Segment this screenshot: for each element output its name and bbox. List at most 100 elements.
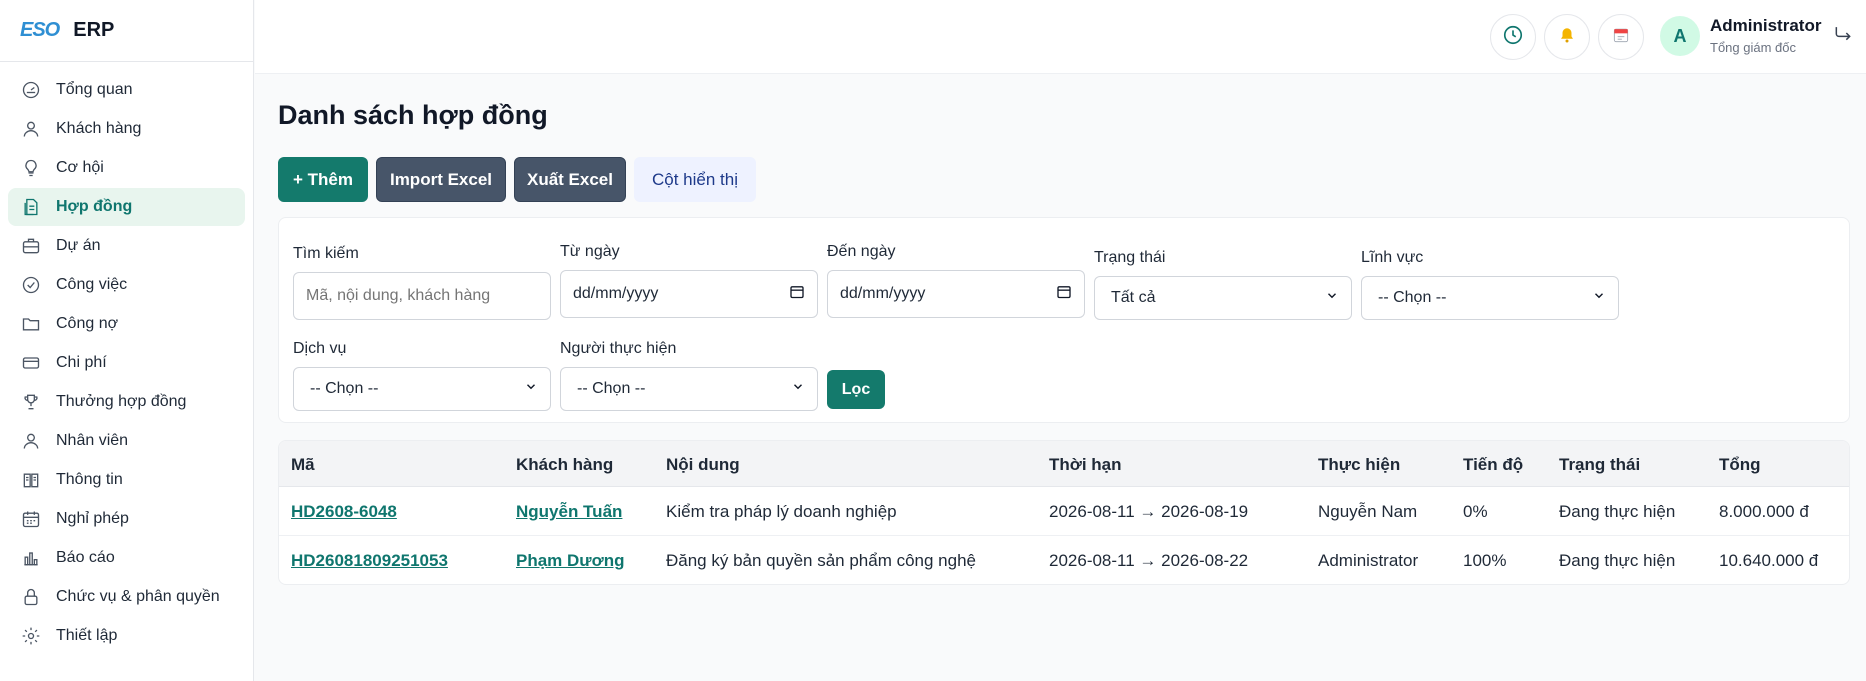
contract-term: 2026-08-11 → 2026-08-19: [1049, 502, 1249, 521]
chevron-down-icon: [1325, 289, 1339, 308]
sidebar-item-thuong-hop-dong[interactable]: Thưởng hợp đồng: [8, 383, 245, 421]
sidebar-item-label: Khách hàng: [56, 120, 142, 137]
column-header-status[interactable]: Trạng thái: [1559, 455, 1640, 475]
filter-submit-button[interactable]: Lọc: [827, 370, 885, 409]
import-excel-button[interactable]: Import Excel: [376, 157, 506, 202]
column-header-total[interactable]: Tổng: [1719, 455, 1761, 475]
table-header: Mã Khách hàng Nội dung Thời hạn Thực hiệ…: [279, 441, 1849, 487]
sidebar-item-thiet-lap[interactable]: Thiết lập: [8, 617, 245, 655]
sidebar-item-cong-viec[interactable]: Công việc: [8, 266, 245, 304]
sidebar-item-bao-cao[interactable]: Báo cáo: [8, 539, 245, 577]
column-header-term[interactable]: Thời hạn: [1049, 455, 1122, 475]
brand[interactable]: ESO ERP: [0, 0, 253, 62]
add-button[interactable]: + Thêm: [278, 157, 368, 202]
from-date-label: Từ ngày: [560, 243, 620, 260]
sidebar-item-du-an[interactable]: Dự án: [8, 227, 245, 265]
chevron-down-icon: [1592, 289, 1606, 308]
chevron-down-icon: [791, 380, 805, 399]
to-date-value: dd/mm/yyyy: [840, 285, 926, 302]
check-circle-icon: [20, 274, 42, 296]
contract-code-link[interactable]: HD2608-6048: [291, 502, 397, 522]
field-select[interactable]: -- Chọn --: [1361, 276, 1619, 320]
clock-icon: [1502, 24, 1524, 51]
logout-icon: [1833, 23, 1853, 48]
to-date-input[interactable]: dd/mm/yyyy: [827, 270, 1085, 318]
trophy-icon: [20, 391, 42, 413]
sidebar-item-label: Hợp đồng: [56, 198, 133, 215]
customer-link[interactable]: Nguyễn Tuấn: [516, 502, 622, 522]
search-label: Tìm kiếm: [293, 245, 359, 262]
sidebar-item-hop-dong[interactable]: Hợp đồng: [8, 188, 245, 226]
sidebar-item-cong-no[interactable]: Công nợ: [8, 305, 245, 343]
lock-icon: [20, 586, 42, 608]
table-row[interactable]: HD26081809251053 Phạm Dương Đăng ký bản …: [279, 536, 1849, 584]
column-header-progress[interactable]: Tiến độ: [1463, 455, 1523, 475]
sidebar: ESO ERP Tổng quan Khách hàng Cơ hội Hợp …: [0, 0, 254, 681]
assignee-select[interactable]: -- Chọn --: [560, 367, 818, 411]
column-header-customer[interactable]: Khách hàng: [516, 455, 613, 475]
calendar-button[interactable]: [1598, 14, 1644, 60]
contracts-table: Mã Khách hàng Nội dung Thời hạn Thực hiệ…: [278, 440, 1850, 585]
sidebar-item-label: Thông tin: [56, 471, 123, 488]
contract-total: 10.640.000 đ: [1719, 551, 1819, 570]
column-header-code[interactable]: Mã: [291, 455, 315, 475]
status-select[interactable]: Tất cả: [1094, 276, 1352, 320]
contract-content: Đăng ký bản quyền sản phẩm công nghệ: [666, 551, 977, 570]
sidebar-item-label: Nghỉ phép: [56, 510, 129, 527]
contract-assignee: Administrator: [1318, 551, 1419, 570]
columns-button[interactable]: Cột hiển thị: [634, 157, 756, 202]
sidebar-item-label: Cơ hội: [56, 159, 104, 176]
field-label: Lĩnh vực: [1361, 249, 1424, 266]
credit-card-icon: [20, 352, 42, 374]
from-date-input[interactable]: dd/mm/yyyy: [560, 270, 818, 318]
sidebar-item-thong-tin[interactable]: Thông tin: [8, 461, 245, 499]
sidebar-item-nhan-vien[interactable]: Nhân viên: [8, 422, 245, 460]
sidebar-item-label: Công việc: [56, 276, 128, 293]
calendar-icon: [1056, 284, 1072, 305]
contract-document-icon: [20, 196, 42, 218]
sidebar-item-nghi-phep[interactable]: Nghỉ phép: [8, 500, 245, 538]
history-button[interactable]: [1490, 14, 1536, 60]
page-title: Danh sách hợp đồng: [278, 100, 548, 130]
service-select[interactable]: -- Chọn --: [293, 367, 551, 411]
sidebar-item-co-hoi[interactable]: Cơ hội: [8, 149, 245, 187]
briefcase-icon: [20, 235, 42, 257]
sidebar-item-label: Dự án: [56, 237, 101, 254]
column-header-content[interactable]: Nội dung: [666, 455, 740, 475]
sidebar-item-chuc-vu-phan-quyen[interactable]: Chức vụ & phân quyền: [8, 578, 245, 616]
assignee-label: Người thực hiện: [560, 340, 677, 357]
contract-content: Kiểm tra pháp lý doanh nghiệp: [666, 502, 897, 521]
table-row[interactable]: HD2608-6048 Nguyễn Tuấn Kiểm tra pháp lý…: [279, 487, 1849, 536]
contract-status: Đang thực hiện: [1559, 551, 1676, 570]
contract-total: 8.000.000 đ: [1719, 502, 1809, 521]
contract-code-link[interactable]: HD26081809251053: [291, 551, 448, 571]
customer-link[interactable]: Phạm Dương: [516, 551, 624, 571]
sidebar-item-label: Tổng quan: [56, 81, 133, 98]
bar-chart-icon: [20, 547, 42, 569]
lightbulb-icon: [20, 157, 42, 179]
search-input[interactable]: [293, 272, 551, 320]
export-excel-button[interactable]: Xuất Excel: [514, 157, 626, 202]
bell-icon: [1558, 26, 1576, 49]
gear-icon: [20, 625, 42, 647]
eso-logo: ESO: [20, 19, 60, 41]
contract-progress: 0%: [1463, 502, 1488, 521]
sidebar-nav: Tổng quan Khách hàng Cơ hội Hợp đồng Dự …: [0, 62, 253, 655]
sidebar-item-tong-quan[interactable]: Tổng quan: [8, 71, 245, 109]
sidebar-item-label: Chi phí: [56, 354, 107, 371]
notifications-button[interactable]: [1544, 14, 1590, 60]
contract-status: Đang thực hiện: [1559, 502, 1676, 521]
sidebar-item-chi-phi[interactable]: Chi phí: [8, 344, 245, 382]
status-label: Trạng thái: [1094, 249, 1166, 266]
column-header-assignee[interactable]: Thực hiện: [1318, 455, 1400, 475]
from-date-value: dd/mm/yyyy: [573, 285, 659, 302]
user-role: Tổng giám đốc: [1710, 40, 1796, 55]
sidebar-item-khach-hang[interactable]: Khách hàng: [8, 110, 245, 148]
user-name[interactable]: Administrator: [1710, 16, 1821, 36]
logout-button[interactable]: [1830, 22, 1856, 48]
field-select-value: -- Chọn --: [1378, 289, 1447, 306]
app-name: ERP: [73, 19, 115, 41]
sidebar-item-label: Công nợ: [56, 315, 119, 332]
to-date-label: Đến ngày: [827, 243, 896, 260]
avatar[interactable]: A: [1660, 16, 1700, 56]
